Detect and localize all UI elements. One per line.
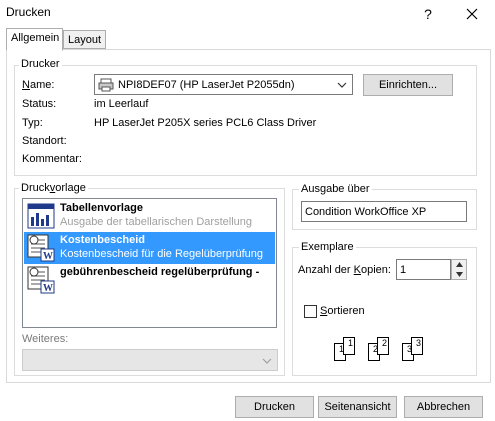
copies-count-label: Anzahl der Kopien: (298, 264, 391, 276)
copies-group-label: Exemplare (299, 241, 356, 253)
printer-name-label: Name: (22, 79, 55, 91)
svg-text:W: W (43, 283, 53, 294)
list-item-tabellenvorlage[interactable]: Tabellenvorlage Ausgabe der tabellarisch… (24, 200, 275, 232)
template-group-label: Druckvorlage (19, 182, 88, 194)
type-label: Typ: (22, 117, 43, 129)
list-item-title: Kostenbescheid (60, 234, 145, 246)
printer-setup-button[interactable]: Einrichten... (363, 74, 453, 96)
list-item-kostenbescheid[interactable]: W Kostenbescheid Kostenbescheid für die … (24, 232, 275, 264)
tab-layout[interactable]: Layout (63, 30, 106, 49)
word-document-icon: W (27, 266, 55, 294)
printer-name-value: NPI8DEF07 (HP LaserJet P2055dn) (118, 78, 295, 91)
spin-up-icon[interactable] (456, 262, 463, 267)
status-value: im Leerlauf (94, 98, 149, 110)
table-template-icon (27, 203, 55, 229)
output-group-label: Ausgabe über (299, 183, 372, 195)
printer-icon (98, 78, 114, 91)
copies-spinner[interactable] (451, 259, 467, 280)
close-button[interactable] (454, 0, 490, 27)
output-field[interactable]: Condition WorkOffice XP (301, 201, 467, 222)
collate-checkbox[interactable] (304, 305, 317, 318)
word-document-icon: W (27, 234, 55, 262)
close-icon (466, 8, 478, 19)
svg-text:W: W (43, 251, 53, 262)
printer-name-combo[interactable]: NPI8DEF07 (HP LaserJet P2055dn) (94, 74, 353, 95)
location-label: Standort: (22, 135, 67, 147)
chevron-down-icon (337, 82, 347, 88)
more-combo[interactable] (22, 349, 278, 371)
list-item-title: gebührenbescheid regelüberprüfung - (60, 266, 260, 278)
list-item-gebuehrenbescheid[interactable]: W gebührenbescheid regelüberprüfung - (24, 264, 275, 296)
title-bar: Drucken ? (0, 0, 495, 27)
more-label: Weiteres: (22, 333, 69, 345)
chevron-down-icon (262, 358, 272, 364)
type-value: HP LaserJet P205X series PCL6 Class Driv… (94, 117, 317, 129)
comment-label: Kommentar: (22, 153, 82, 165)
tab-allgemein[interactable]: Allgemein (6, 28, 63, 51)
spin-down-icon[interactable] (456, 272, 463, 277)
page-icon: 1 (343, 337, 355, 355)
cancel-button[interactable]: Abbrechen (404, 396, 483, 418)
list-item-title: Tabellenvorlage (60, 202, 143, 214)
window-title: Drucken (6, 5, 51, 19)
template-list[interactable]: Tabellenvorlage Ausgabe der tabellarisch… (22, 198, 277, 328)
list-item-subtitle: Kostenbescheid für die Regelüberprüfung (60, 248, 264, 260)
status-label: Status: (22, 98, 57, 110)
collate-label: Sortieren (320, 305, 365, 317)
preview-button[interactable]: Seitenansicht (318, 396, 397, 418)
page-icon: 2 (377, 337, 389, 355)
help-button[interactable]: ? (410, 0, 446, 27)
printer-group-label: Drucker (19, 58, 62, 70)
list-item-subtitle: Ausgabe der tabellarischen Darstellung (60, 216, 253, 228)
print-button[interactable]: Drucken (235, 396, 314, 418)
page-icon: 3 (411, 337, 423, 355)
collate-illustration: 1 1 2 2 3 3 (334, 335, 444, 367)
copies-count-input[interactable]: 1 (396, 259, 451, 280)
